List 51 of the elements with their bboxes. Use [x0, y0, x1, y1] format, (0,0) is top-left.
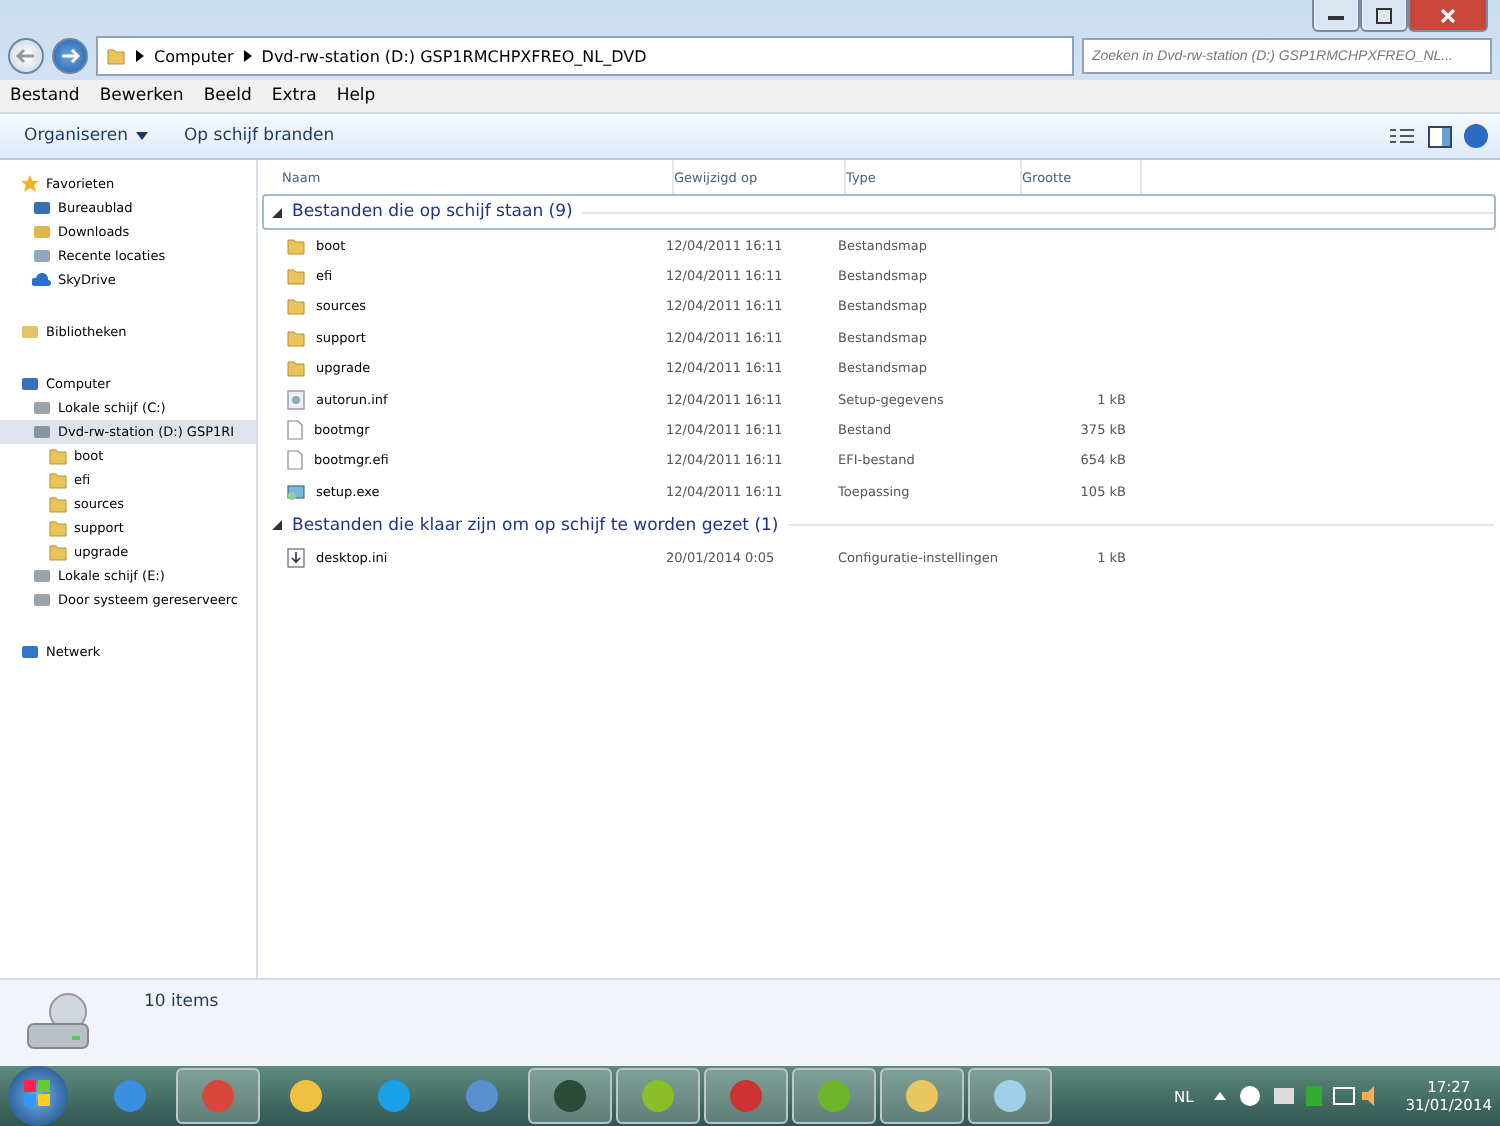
back-button[interactable] — [8, 38, 44, 74]
setup-icon — [286, 481, 306, 502]
breadcrumb[interactable]: Dvd-rw-station (D:) GSP1RMCHPXFREO_NL_DVD — [261, 47, 647, 65]
close-icon — [1440, 7, 1456, 23]
pending-file-icon — [286, 548, 306, 569]
cloud-icon — [32, 270, 52, 290]
taskbar-button[interactable] — [528, 1068, 612, 1124]
folder-icon — [286, 266, 306, 287]
menu-item[interactable]: Help — [326, 80, 386, 112]
file-icon — [286, 420, 304, 441]
item-count: 10 items — [144, 992, 219, 1012]
group-title: Bestanden die op schijf staan (9) — [292, 202, 573, 222]
taskbar-button[interactable] — [880, 1068, 964, 1124]
address-bar[interactable]: Computer Dvd-rw-station (D:) GSP1RMCHPXFREO_NL_DVD — [96, 36, 1074, 76]
start-button[interactable] — [8, 1066, 68, 1126]
breadcrumb[interactable]: Computer — [154, 47, 234, 65]
folder-icon — [286, 358, 306, 379]
file-icon — [286, 450, 304, 471]
caret-icon — [135, 132, 148, 140]
taskbar-button[interactable] — [616, 1068, 700, 1124]
chevron-icon — [243, 50, 252, 62]
star-icon — [20, 174, 40, 194]
group-header[interactable]: Bestanden die klaar zijn om op schijf te worden gezet (1) — [262, 507, 1496, 544]
taskbar-button[interactable] — [704, 1068, 788, 1124]
forward-arrow-icon — [60, 48, 80, 64]
menu-item[interactable]: Beeld — [193, 80, 262, 112]
menu-item[interactable]: Extra — [261, 80, 327, 112]
folder-icon — [286, 296, 306, 317]
taskbar-button[interactable] — [968, 1068, 1052, 1124]
menu-item[interactable]: Bewerken — [89, 80, 194, 112]
maximize-icon — [1376, 7, 1392, 23]
view-options-icon[interactable] — [1388, 126, 1416, 146]
minimize-icon — [1328, 11, 1344, 19]
maximize-button[interactable] — [1360, 0, 1408, 32]
close-button[interactable] — [1408, 0, 1488, 32]
folder-icon — [286, 235, 306, 256]
taskbar-button[interactable] — [176, 1068, 260, 1124]
menu-item[interactable]: Bestand — [0, 80, 90, 112]
chevron-icon — [136, 50, 144, 62]
group-header[interactable]: Bestanden die op schijf staan (9) — [262, 194, 1496, 230]
group-title: Bestanden die klaar zijn om op schijf te worden gezet (1) — [292, 515, 779, 536]
toolbar-button[interactable]: Organiseren — [12, 122, 160, 150]
toolbar-button[interactable]: Op schijf branden — [171, 122, 347, 150]
windows-logo-icon — [24, 1079, 52, 1107]
settings-file-icon — [286, 389, 306, 410]
forward-button[interactable] — [52, 38, 88, 74]
minimize-button[interactable] — [1312, 0, 1360, 32]
folder-icon — [286, 327, 306, 348]
back-arrow-icon — [16, 48, 36, 64]
taskbar-button[interactable] — [792, 1068, 876, 1124]
preview-pane-icon[interactable] — [1428, 125, 1452, 147]
